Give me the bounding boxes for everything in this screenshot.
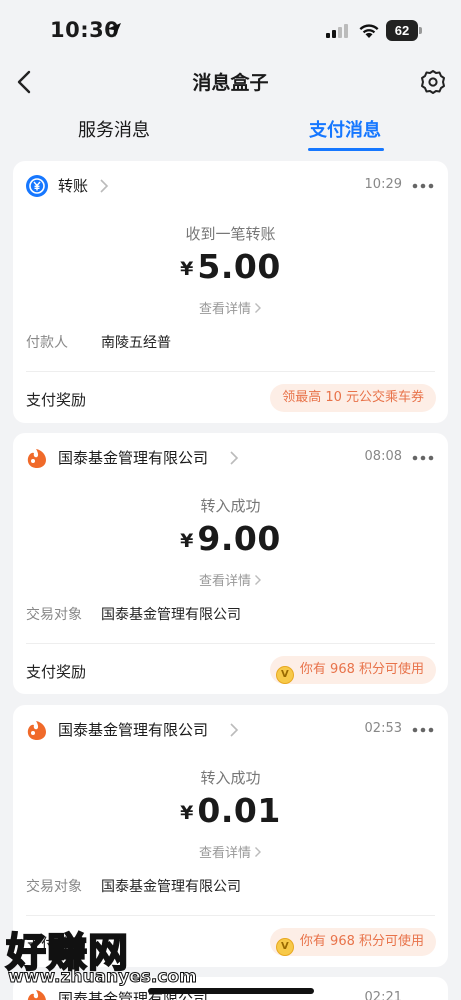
field-value: 国泰基金管理有限公司 [101, 879, 241, 895]
points-coin-icon: V [275, 666, 294, 684]
currency-symbol: ¥ [180, 802, 194, 824]
tab-service-messages[interactable]: 服务消息 [78, 116, 150, 142]
battery-tip [419, 27, 422, 34]
message-card[interactable]: 国泰基金管理有限公司 08:08 转入成功 ¥9.00 查看详情 交易对象 国泰… [13, 433, 448, 694]
view-details-link[interactable]: 查看详情 [13, 298, 448, 317]
chevron-right-icon [230, 723, 239, 737]
field-label: 付款人 [26, 335, 68, 351]
card-time: 08:08 [364, 449, 402, 464]
card-time: 02:21 [364, 990, 402, 1000]
currency-symbol: ¥ [180, 258, 194, 280]
points-badge-button[interactable]: V 你有 968 积分可使用 [269, 928, 436, 956]
amount: ¥0.01 [13, 791, 448, 830]
battery-icon: 62 [386, 20, 422, 41]
amount: ¥5.00 [13, 247, 448, 286]
chevron-right-icon [100, 179, 109, 193]
chevron-right-icon [255, 575, 261, 585]
more-dots-icon[interactable] [412, 724, 434, 736]
points-badge-button[interactable]: V 你有 968 积分可使用 [269, 656, 436, 684]
card-time: 02:53 [364, 721, 402, 736]
reward-label: 支付奖励 [26, 663, 87, 681]
amount-value: 0.01 [197, 791, 281, 830]
signal-icon [326, 24, 348, 38]
card-time: 10:29 [364, 177, 402, 192]
field-value: 南陵五经普 [101, 335, 171, 351]
guotai-fund-logo-icon [27, 449, 46, 468]
tab-payment-messages[interactable]: 支付消息 [309, 116, 381, 142]
reward-label: 支付奖励 [26, 391, 87, 409]
more-dots-icon[interactable] [412, 452, 434, 464]
settings-gear-icon[interactable] [420, 69, 446, 95]
status-bar: 10:30 62 [0, 0, 461, 62]
nav-bar: 消息盒子 [0, 62, 461, 102]
points-coin-icon: V [275, 938, 294, 956]
location-arrow-icon [107, 23, 121, 37]
message-card[interactable]: 转账 10:29 收到一笔转账 ¥5.00 查看详情 付款人 南陵五经普 支付奖… [13, 161, 448, 423]
field-label: 交易对象 [26, 607, 82, 623]
transfer-yuan-icon [26, 175, 48, 197]
points-text: 你有 968 积分可使用 [299, 934, 424, 949]
guotai-fund-logo-icon [27, 721, 46, 740]
chevron-right-icon [230, 451, 239, 465]
card-sender[interactable]: 国泰基金管理有限公司 [58, 447, 208, 468]
divider [26, 371, 435, 372]
divider [26, 643, 435, 644]
home-indicator [148, 988, 314, 994]
points-text: 你有 968 积分可使用 [299, 662, 424, 677]
currency-symbol: ¥ [180, 530, 194, 552]
site-watermark: 好赚网 www.zhuanyes.com [5, 920, 198, 990]
card-sender[interactable]: 转账 [58, 175, 88, 196]
view-details-link[interactable]: 查看详情 [13, 842, 448, 861]
card-subtitle: 转入成功 [200, 497, 261, 515]
view-details-label: 查看详情 [198, 302, 251, 317]
more-dots-icon[interactable] [412, 180, 434, 192]
card-header: 国泰基金管理有限公司 08:08 [13, 433, 448, 483]
amount-value: 9.00 [197, 519, 281, 558]
watermark-url: www.zhuanyes.com [8, 967, 198, 988]
page-title: 消息盒子 [192, 72, 269, 94]
card-sender[interactable]: 国泰基金管理有限公司 [58, 719, 208, 740]
chevron-right-icon [255, 303, 261, 313]
card-header: 国泰基金管理有限公司 02:53 [13, 705, 448, 755]
card-header: 转账 10:29 [13, 161, 448, 211]
view-details-label: 查看详情 [198, 574, 251, 589]
reward-badge-button[interactable]: 领最高 10 元公交乘车券 [270, 384, 436, 412]
active-tab-indicator [308, 148, 384, 151]
amount-value: 5.00 [197, 247, 281, 286]
chevron-right-icon [255, 847, 261, 857]
battery-level: 62 [386, 20, 418, 41]
view-details-label: 查看详情 [198, 846, 251, 861]
field-label: 交易对象 [26, 879, 82, 895]
view-details-link[interactable]: 查看详情 [13, 570, 448, 589]
field-value: 国泰基金管理有限公司 [101, 607, 241, 623]
divider [26, 915, 435, 916]
card-subtitle: 收到一笔转账 [185, 225, 276, 243]
amount: ¥9.00 [13, 519, 448, 558]
message-tabs: 服务消息 支付消息 [0, 110, 461, 156]
wifi-icon [359, 24, 379, 38]
card-subtitle: 转入成功 [200, 769, 261, 787]
